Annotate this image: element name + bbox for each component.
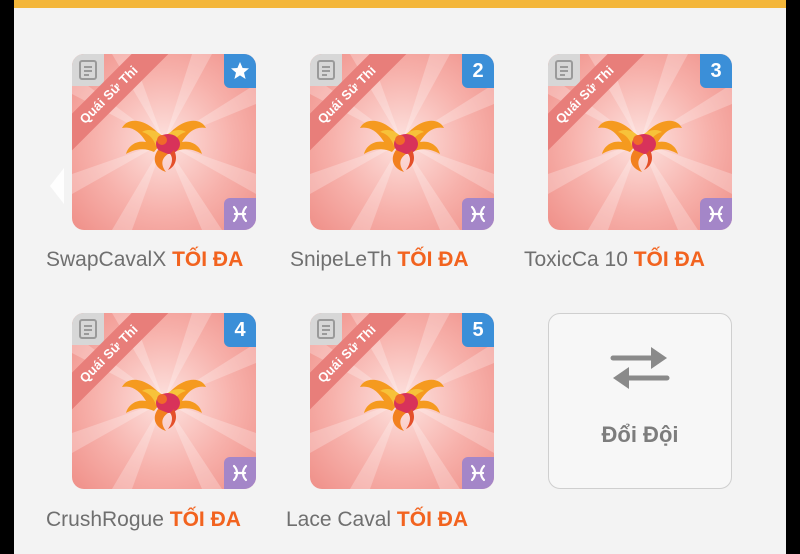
phoenix-dragon-icon [594,110,686,174]
monster-name-label-1: SwapCavalX TỐI ĐA [46,248,243,272]
previous-page-arrow[interactable] [50,168,64,204]
book-icon [72,313,104,345]
max-level-label: TỐI ĐA [396,508,469,531]
phoenix-dragon-icon [356,110,448,174]
book-icon [548,54,580,86]
monster-name: ToxicCa 10 [524,248,628,271]
top-accent-bar [14,0,786,8]
swap-arrows-icon [610,347,670,389]
monster-name-label-4: CrushRogue TỐI ĐA [46,508,241,532]
monster-name: Lace Caval [286,508,392,531]
swap-team-button[interactable]: Đổi Đội [548,313,732,489]
book-icon [310,54,342,86]
max-level-label: TỐI ĐA [397,248,469,271]
monster-name: CrushRogue [46,508,164,531]
monster-card-4[interactable]: Quái Sử Thi 4 [72,313,256,489]
monster-name-label-2: SnipeLeTh TỐI ĐA [290,248,469,272]
rank-badge: 3 [700,54,732,88]
rank-badge [224,54,256,88]
rank-badge: 2 [462,54,494,88]
phoenix-dragon-icon [118,110,210,174]
monster-card-5[interactable]: Quái Sử Thi 5 [310,313,494,489]
pisces-icon [700,198,732,230]
max-level-label: TỐI ĐA [169,508,241,531]
monster-name: SnipeLeTh [290,248,392,271]
monster-card-2[interactable]: Quái Sử Thi 2 [310,54,494,230]
pisces-icon [462,457,494,489]
rank-badge: 4 [224,313,256,347]
monster-name: SwapCavalX [46,248,167,271]
max-level-label: TỐI ĐA [172,248,244,271]
phoenix-dragon-icon [118,369,210,433]
star-icon [231,62,249,79]
swap-team-label: Đổi Đội [601,422,679,447]
book-icon [72,54,104,86]
monster-card-3[interactable]: Quái Sử Thi 3 [548,54,732,230]
pisces-icon [224,457,256,489]
pisces-icon [224,198,256,230]
team-panel: Quái Sử Thi SwapCavalX TỐI ĐA Quái Sử Th… [14,0,786,554]
max-level-label: TỐI ĐA [633,248,705,271]
pisces-icon [462,198,494,230]
monster-name-label-3: ToxicCa 10 TỐI ĐA [524,248,705,272]
monster-card-1[interactable]: Quái Sử Thi [72,54,256,230]
monster-name-label-5: Lace Caval TỐI ĐA [286,508,468,532]
phoenix-dragon-icon [356,369,448,433]
rank-badge: 5 [462,313,494,347]
book-icon [310,313,342,345]
